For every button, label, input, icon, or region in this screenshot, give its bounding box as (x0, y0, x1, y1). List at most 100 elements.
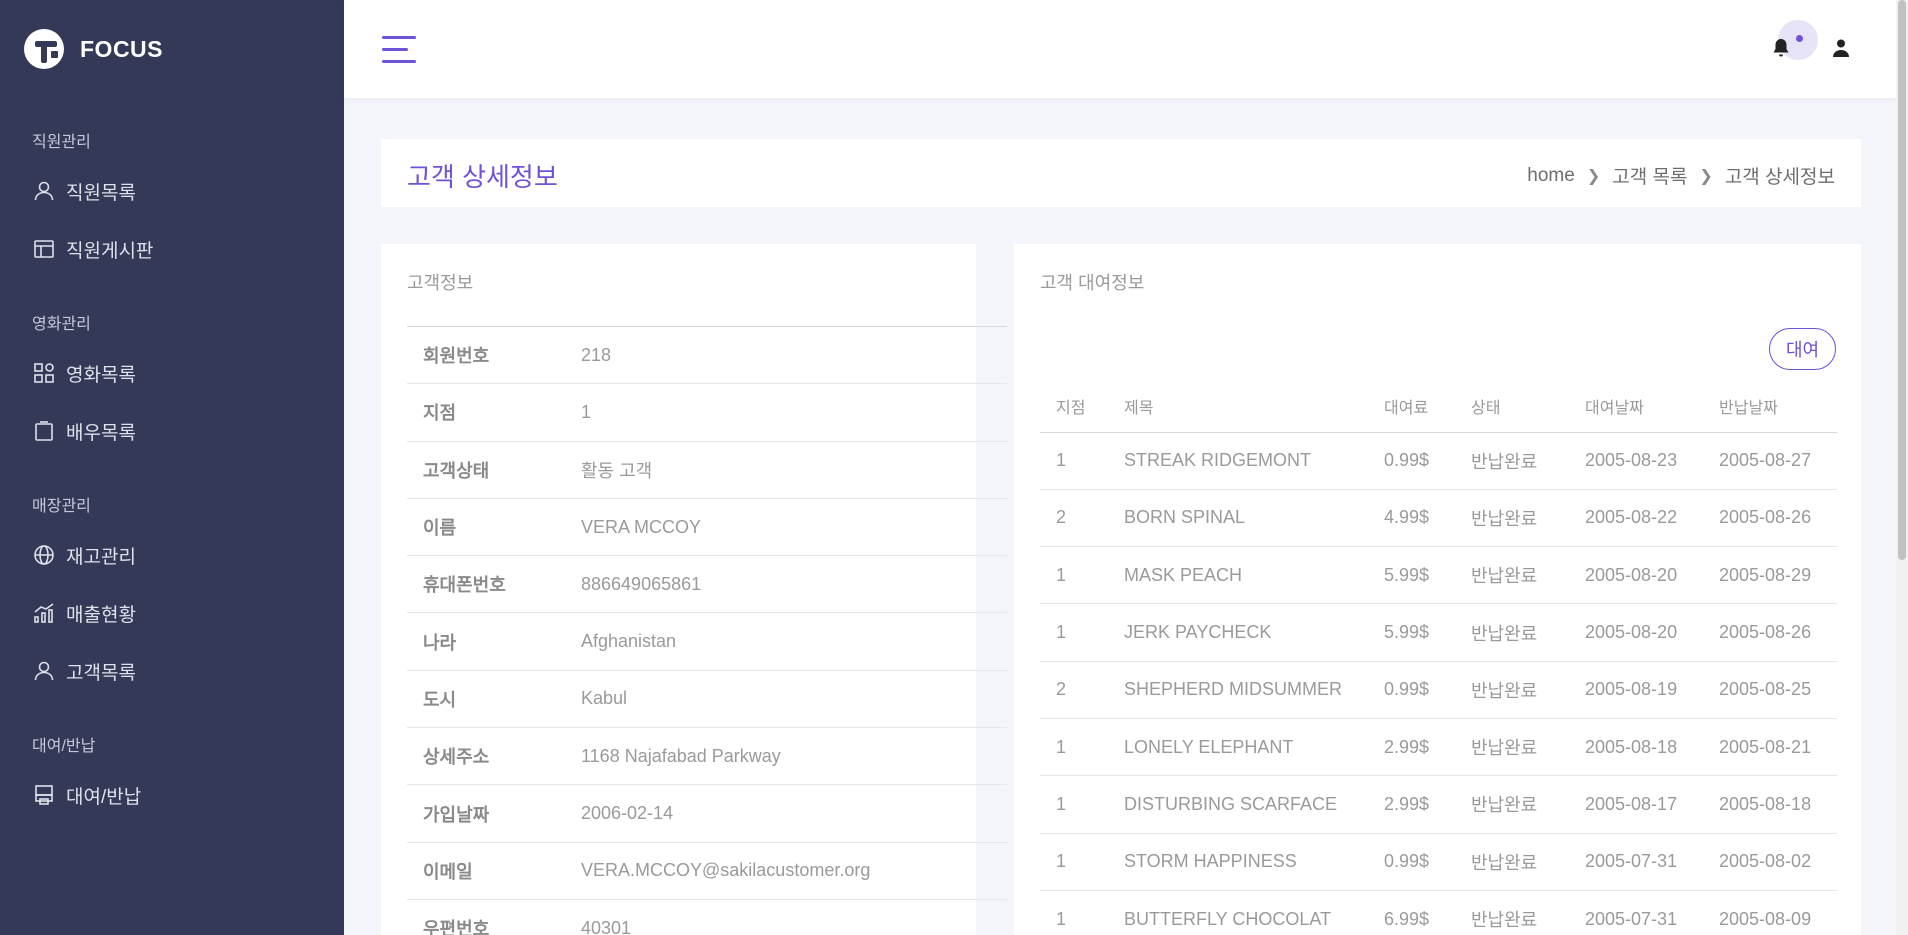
fee-cell: 2.99$ (1384, 736, 1430, 757)
rental-date-cell: 2005-08-18 (1585, 736, 1678, 757)
printer-icon (35, 785, 53, 805)
hamburger-icon[interactable] (382, 36, 416, 64)
fee-cell: 6.99$ (1384, 908, 1430, 929)
bell-icon (1773, 39, 1789, 57)
breadcrumb-current: 고객 상세정보 (1724, 167, 1835, 188)
status-cell: 반납완료 (1471, 680, 1538, 701)
return-date-cell: 2005-08-29 (1719, 564, 1812, 585)
sidebar: FOCUS 직원관리 직원목록 직원게시판 영화관리 영화목록 배우목록 매장관… (0, 0, 344, 935)
sidebar-item-sales[interactable]: 매출현황 (0, 584, 344, 642)
page-title: 고객 상세정보 (407, 162, 558, 192)
layout-icon (34, 240, 54, 258)
rental-date-cell: 2005-07-31 (1585, 851, 1678, 872)
title-cell: LONELY ELEPHANT (1124, 736, 1294, 757)
brand[interactable]: FOCUS (0, 0, 344, 98)
info-value: 2006-02-14 (581, 803, 674, 824)
branch-cell: 1 (1056, 908, 1067, 929)
rental-date-cell: 2005-08-22 (1585, 507, 1678, 528)
info-row: 상세주소 1168 Najafabad Parkway (407, 727, 1007, 785)
title-cell: JERK PAYCHECK (1124, 622, 1272, 643)
sidebar-item-label: 매출현황 (66, 604, 136, 626)
sidebar-item-label: 배우목록 (66, 422, 136, 444)
branch-cell: 1 (1056, 450, 1067, 471)
sidebar-item-label: 대여/반납 (66, 786, 142, 808)
status-cell: 반납완료 (1471, 795, 1538, 816)
sidebar-item-movie-list[interactable]: 영화목록 (0, 344, 344, 402)
title-cell: STORM HAPPINESS (1124, 851, 1297, 872)
sidebar-item-label: 고객목록 (66, 662, 136, 684)
fee-cell: 0.99$ (1384, 450, 1430, 471)
notification-badge (1796, 35, 1803, 42)
return-date-cell: 2005-08-25 (1719, 679, 1812, 700)
sidebar-item-customer-list[interactable]: 고객목록 (0, 642, 344, 700)
breadcrumb-home-link[interactable]: home (1527, 165, 1575, 187)
info-row: 고객상태 활동 고객 (407, 441, 1007, 498)
sidebar-item-actor-list[interactable]: 배우목록 (0, 402, 344, 460)
rental-date-cell: 2005-08-20 (1585, 564, 1678, 585)
chart-icon (34, 603, 54, 623)
chevron-right-icon: ❯ (1699, 167, 1713, 185)
rent-button[interactable]: 대여 (1769, 328, 1836, 370)
info-row: 지점 1 (407, 383, 1007, 441)
info-label: 가입날짜 (423, 804, 490, 825)
user-icon (34, 181, 54, 201)
info-label: 나라 (423, 632, 457, 653)
sidebar-item-staff-board[interactable]: 직원게시판 (0, 220, 344, 278)
info-value: 활동 고객 (581, 460, 653, 481)
chevron-right-icon: ❯ (1586, 167, 1601, 185)
brand-name: FOCUS (80, 35, 163, 62)
status-cell: 반납완료 (1471, 566, 1538, 587)
return-date-cell: 2005-08-21 (1719, 736, 1812, 757)
top-header (344, 0, 1908, 98)
notification-button[interactable] (1773, 20, 1818, 60)
nav-group-title-staff: 직원관리 (32, 134, 91, 151)
return-date-cell: 2005-08-26 (1719, 622, 1812, 643)
info-label: 이름 (423, 518, 457, 539)
info-row: 회원번호 218 (407, 326, 1007, 384)
table-row[interactable]: 2 BORN SPINAL 4.99$ 반납완료 2005-08-22 2005-08-2… (1040, 489, 1837, 547)
scrollbar-thumb[interactable] (1898, 0, 1906, 560)
sidebar-item-label: 재고관리 (66, 546, 136, 568)
status-cell: 반납완료 (1471, 738, 1538, 759)
info-row: 이름 VERA MCCOY (407, 498, 1007, 555)
sidebar-item-staff-list[interactable]: 직원목록 (0, 162, 344, 220)
sidebar-item-label: 직원목록 (66, 182, 136, 204)
title-cell: BORN SPINAL (1124, 507, 1246, 528)
info-label: 휴대폰번호 (423, 575, 506, 596)
table-row[interactable]: 1 LONELY ELEPHANT 2.99$ 반납완료 2005-08-18 2005-… (1040, 718, 1837, 776)
info-label: 고객상태 (423, 460, 490, 481)
rental-date-cell: 2005-08-23 (1585, 450, 1678, 471)
title-cell: SHEPHERD MIDSUMMER (1124, 679, 1343, 700)
breadcrumb-customer-list-link[interactable]: 고객 목록 (1612, 162, 1687, 189)
status-cell: 반납완료 (1471, 508, 1538, 529)
title-cell: MASK PEACH (1124, 564, 1243, 585)
table-row[interactable]: 1 BUTTERFLY CHOCOLAT 6.99$ 반납완료 2005-07-31 20… (1040, 890, 1837, 935)
table-row[interactable]: 1 MASK PEACH 5.99$ 반납완료 2005-08-20 2005-08-29 (1040, 547, 1837, 604)
sidebar-item-rental-return[interactable]: 대여/반납 (0, 766, 344, 824)
table-row[interactable]: 2 SHEPHERD MIDSUMMER 0.99$ 반납완료 2005-08-19 20… (1040, 661, 1837, 719)
sidebar-item-label: 영화목록 (66, 364, 136, 386)
table-row[interactable]: 1 STORM HAPPINESS 0.99$ 반납완료 2005-07-31 2005-… (1040, 833, 1837, 891)
rental-date-cell: 2005-08-19 (1585, 679, 1678, 700)
rental-date-cell: 2005-08-20 (1585, 622, 1678, 643)
branch-cell: 2 (1056, 507, 1067, 528)
title-cell: DISTURBING SCARFACE (1124, 793, 1338, 814)
table-row[interactable]: 1 DISTURBING SCARFACE 2.99$ 반납완료 2005-08-17 2… (1040, 776, 1837, 834)
column-header: 반납날짜 (1703, 380, 1837, 433)
user-icon[interactable] (1832, 38, 1850, 58)
info-label: 이메일 (423, 861, 473, 882)
page-title-bar: 고객 상세정보 home ❯ 고객 목록 ❯ 고객 상세정보 (381, 139, 1861, 207)
branch-cell: 1 (1056, 793, 1067, 814)
table-row[interactable]: 1 JERK PAYCHECK 5.99$ 반납완료 2005-08-20 2005-08… (1040, 604, 1837, 662)
sidebar-item-inventory[interactable]: 재고관리 (0, 526, 344, 584)
status-cell: 반납완료 (1471, 451, 1538, 472)
page-scrollbar[interactable] (1896, 0, 1908, 935)
info-value: 40301 (581, 917, 632, 935)
info-label: 도시 (423, 689, 457, 710)
return-date-cell: 2005-08-27 (1719, 450, 1812, 471)
info-value: Afghanistan (581, 631, 677, 652)
info-label: 우편번호 (423, 919, 490, 935)
fee-cell: 2.99$ (1384, 793, 1430, 814)
table-row[interactable]: 1 STREAK RIDGEMONT 0.99$ 반납완료 2005-08-23 2005… (1040, 432, 1837, 490)
fee-cell: 5.99$ (1384, 622, 1430, 643)
